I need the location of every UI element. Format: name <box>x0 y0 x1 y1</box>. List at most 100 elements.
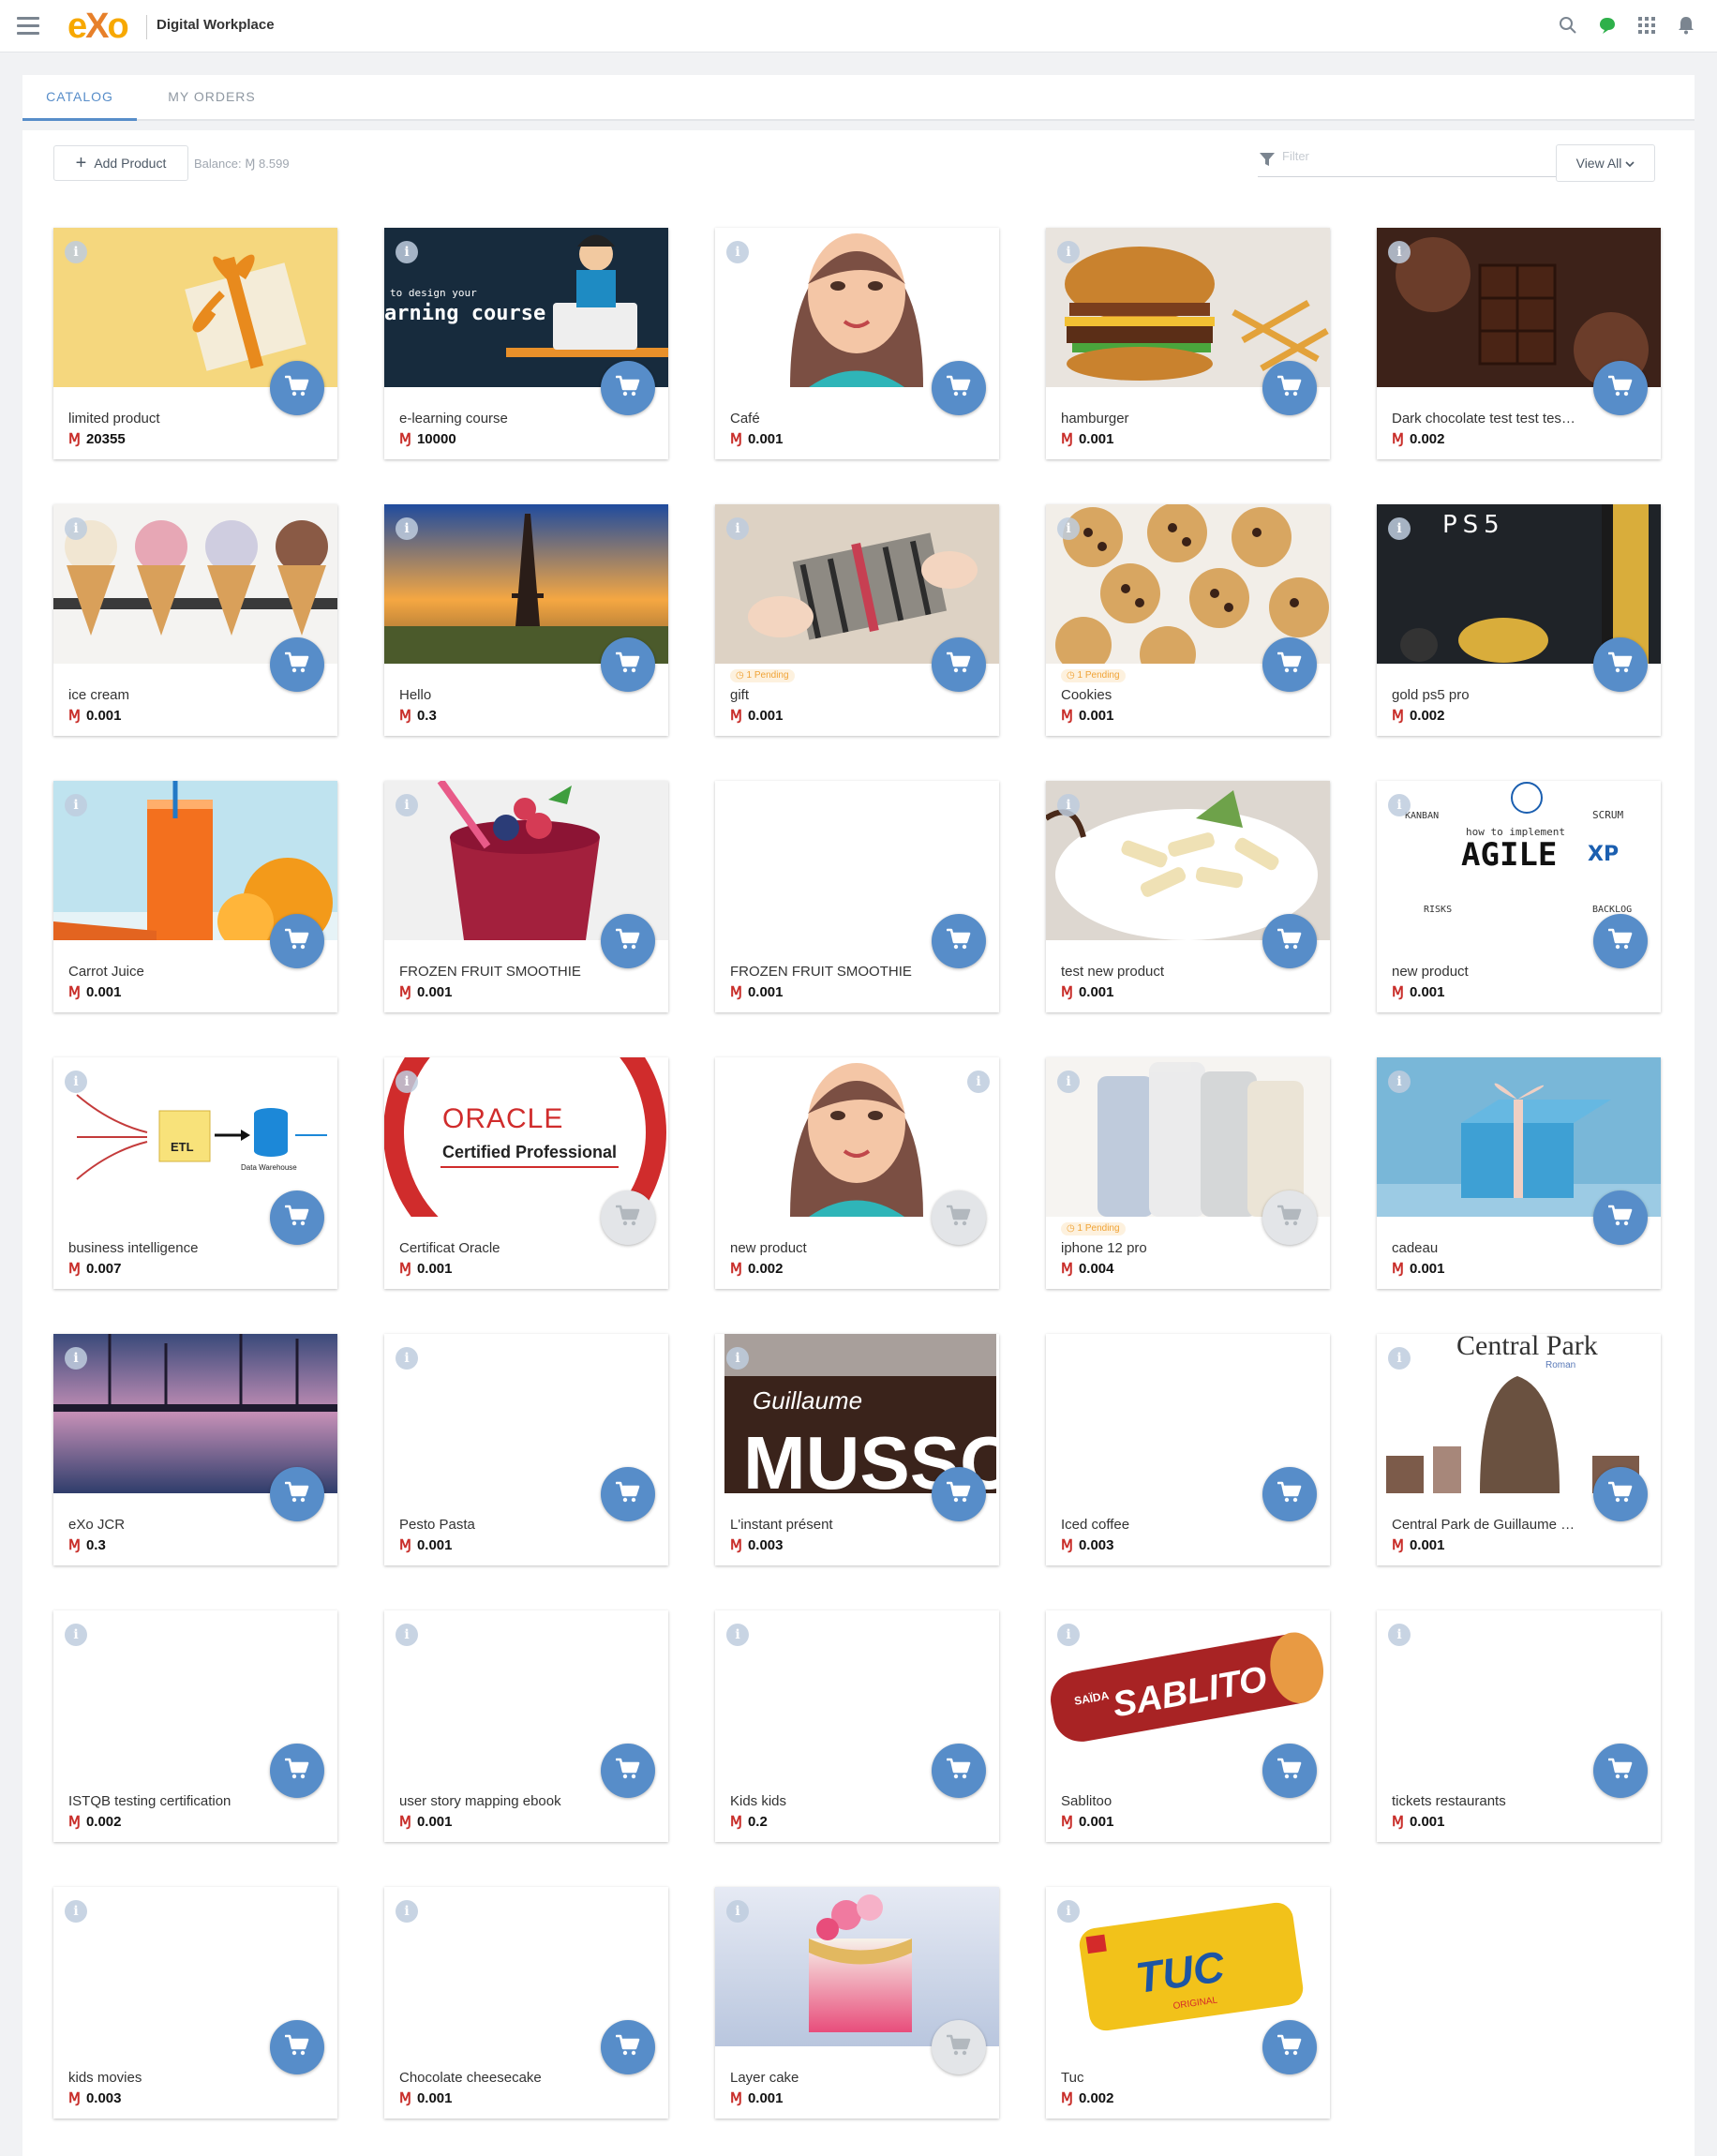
search-icon[interactable] <box>1558 15 1578 36</box>
info-icon[interactable]: i <box>1388 517 1411 540</box>
view-all-dropdown[interactable]: View All <box>1556 144 1655 182</box>
add-to-cart-button[interactable] <box>601 637 655 692</box>
product-title[interactable]: Kids kids <box>730 1793 918 1809</box>
info-icon[interactable]: i <box>1057 241 1080 263</box>
add-product-button[interactable]: + Add Product <box>53 145 188 181</box>
product-card[interactable]: i Chocolate cheesecake Ɱ 0.001 <box>384 1887 668 2119</box>
product-card[interactable]: TUC ORIGINAL i Tuc Ɱ 0.002 <box>1046 1887 1330 2119</box>
info-icon[interactable]: i <box>396 517 418 540</box>
filter-input[interactable] <box>1282 149 1563 163</box>
add-to-cart-button[interactable] <box>932 637 986 692</box>
product-title[interactable]: Pesto Pasta <box>399 1517 587 1533</box>
product-card[interactable]: i ice cream Ɱ 0.001 <box>53 504 337 736</box>
product-title[interactable]: new product <box>1392 964 1579 980</box>
product-title[interactable]: iphone 12 pro <box>1061 1240 1248 1256</box>
product-card[interactable]: i limited product Ɱ 20355 <box>53 228 337 459</box>
product-card[interactable]: i ◷ 1 Pending Cookies Ɱ 0.001 <box>1046 504 1330 736</box>
add-to-cart-button[interactable] <box>270 1744 324 1798</box>
info-icon[interactable]: i <box>396 794 418 816</box>
product-card[interactable]: ORACLE Certified Professional i Certificat … <box>384 1057 668 1289</box>
product-title[interactable]: Iced coffee <box>1061 1517 1248 1533</box>
info-icon[interactable]: i <box>65 517 87 540</box>
product-card[interactable]: i Hello Ɱ 0.3 <box>384 504 668 736</box>
add-to-cart-button[interactable] <box>1593 914 1648 968</box>
info-icon[interactable]: i <box>1057 794 1080 816</box>
product-card[interactable]: i Layer cake Ɱ 0.001 <box>715 1887 999 2119</box>
info-icon[interactable]: i <box>726 241 749 263</box>
add-to-cart-button[interactable] <box>1593 1190 1648 1245</box>
product-card[interactable]: i Pesto Pasta Ɱ 0.001 <box>384 1334 668 1565</box>
product-title[interactable]: cadeau <box>1392 1240 1579 1256</box>
product-card[interactable]: i cadeau Ɱ 0.001 <box>1377 1057 1661 1289</box>
info-icon[interactable]: i <box>65 1624 87 1646</box>
product-card[interactable]: Guillaume MUSSO i L'instant présent Ɱ 0.003 <box>715 1334 999 1565</box>
tab-catalog[interactable]: CATALOG <box>22 75 137 121</box>
chat-icon[interactable] <box>1597 15 1618 36</box>
product-card[interactable]: Central Park Roman i Central Park de Guilla… <box>1377 1334 1661 1565</box>
add-to-cart-button[interactable] <box>1262 361 1317 415</box>
product-title[interactable]: business intelligence <box>68 1240 256 1256</box>
product-title[interactable]: hamburger <box>1061 411 1248 427</box>
info-icon[interactable]: i <box>1388 1624 1411 1646</box>
product-card[interactable]: i FROZEN FRUIT SMOOTHIE Ɱ 0.001 <box>384 781 668 1012</box>
product-title[interactable]: gift <box>730 687 918 703</box>
product-card[interactable]: i ISTQB testing certification Ɱ 0.002 <box>53 1610 337 1842</box>
info-icon[interactable]: i <box>396 241 418 263</box>
info-icon[interactable]: i <box>967 1071 990 1093</box>
info-icon[interactable]: i <box>1388 1071 1411 1093</box>
product-title[interactable]: Layer cake <box>730 2070 918 2086</box>
hamburger-menu-icon[interactable] <box>17 17 39 36</box>
info-icon[interactable]: i <box>65 1347 87 1370</box>
info-icon[interactable]: i <box>65 1900 87 1923</box>
product-card[interactable]: AGILE how to implement XP SCRUM KANBAN RISKS B… <box>1377 781 1661 1012</box>
product-card[interactable]: i Kids kids Ɱ 0.2 <box>715 1610 999 1842</box>
add-to-cart-button[interactable] <box>1262 1467 1317 1521</box>
add-to-cart-button[interactable] <box>1262 1744 1317 1798</box>
product-title[interactable]: kids movies <box>68 2070 256 2086</box>
add-to-cart-button[interactable] <box>270 361 324 415</box>
add-to-cart-button[interactable] <box>601 361 655 415</box>
product-card[interactable]: i Carrot Juice Ɱ 0.001 <box>53 781 337 1012</box>
product-title[interactable]: Central Park de Guillaume Musso <box>1392 1517 1579 1533</box>
info-icon[interactable]: i <box>396 1071 418 1093</box>
product-card[interactable]: SABLITO SAÏDA i Sablitoo Ɱ 0.001 <box>1046 1610 1330 1842</box>
product-title[interactable]: new product <box>730 1240 918 1256</box>
apps-icon[interactable] <box>1636 15 1657 36</box>
info-icon[interactable]: i <box>1057 517 1080 540</box>
add-to-cart-button[interactable] <box>932 914 986 968</box>
add-to-cart-button[interactable] <box>270 914 324 968</box>
add-to-cart-button[interactable] <box>601 1744 655 1798</box>
product-title[interactable]: L'instant présent <box>730 1517 918 1533</box>
product-title[interactable]: Certificat Oracle <box>399 1240 587 1256</box>
product-title[interactable]: Hello <box>399 687 587 703</box>
info-icon[interactable]: i <box>1057 1900 1080 1923</box>
product-card[interactable]: i Dark chocolate test test test test Ɱ 0.00… <box>1377 228 1661 459</box>
add-to-cart-button[interactable] <box>270 1190 324 1245</box>
product-card[interactable]: i ◷ 1 Pending iphone 12 pro Ɱ 0.004 <box>1046 1057 1330 1289</box>
info-icon[interactable]: i <box>396 1900 418 1923</box>
info-icon[interactable]: i <box>1388 794 1411 816</box>
add-to-cart-button[interactable] <box>932 1744 986 1798</box>
product-card[interactable]: i eXo JCR Ɱ 0.3 <box>53 1334 337 1565</box>
product-title[interactable]: user story mapping ebook <box>399 1793 587 1809</box>
add-to-cart-button[interactable] <box>270 637 324 692</box>
product-card[interactable]: i tickets restaurants Ɱ 0.001 <box>1377 1610 1661 1842</box>
info-icon[interactable]: i <box>1057 1624 1080 1646</box>
add-to-cart-button[interactable] <box>1593 1467 1648 1521</box>
product-title[interactable]: FROZEN FRUIT SMOOTHIE <box>730 964 918 980</box>
info-icon[interactable]: i <box>726 1347 749 1370</box>
product-title[interactable]: Sablitoo <box>1061 1793 1248 1809</box>
add-to-cart-button[interactable] <box>932 1190 986 1245</box>
notifications-bell-icon[interactable] <box>1676 15 1696 36</box>
product-title[interactable]: ice cream <box>68 687 256 703</box>
info-icon[interactable]: i <box>1388 1347 1411 1370</box>
info-icon[interactable]: i <box>396 1347 418 1370</box>
add-to-cart-button[interactable] <box>1262 914 1317 968</box>
product-card[interactable]: i kids movies Ɱ 0.003 <box>53 1887 337 2119</box>
product-title[interactable]: Chocolate cheesecake <box>399 2070 587 2086</box>
product-card[interactable]: i Café Ɱ 0.001 <box>715 228 999 459</box>
info-icon[interactable]: i <box>65 1071 87 1093</box>
product-card[interactable]: i ◷ 1 Pending gift Ɱ 0.001 <box>715 504 999 736</box>
info-icon[interactable]: i <box>1057 1071 1080 1093</box>
add-to-cart-button[interactable] <box>601 1190 655 1245</box>
